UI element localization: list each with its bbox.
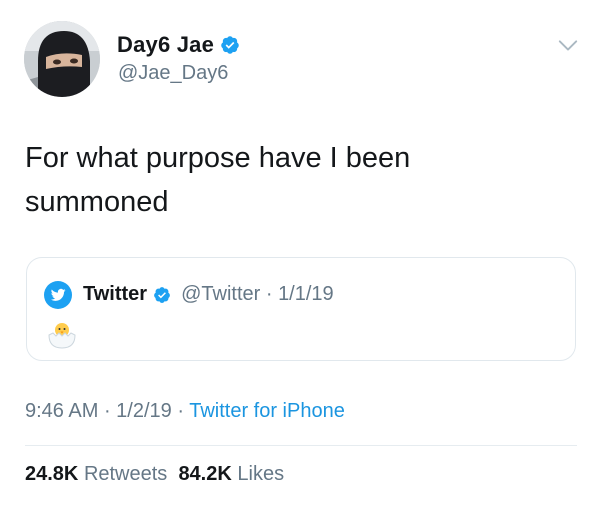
quoted-date[interactable]: 1/1/19 xyxy=(278,283,334,305)
quoted-meta: @Twitter · 1/1/19 xyxy=(181,283,334,306)
tweet-source-link[interactable]: Twitter for iPhone xyxy=(189,400,345,422)
tweet-date[interactable]: 1/2/19 xyxy=(116,400,172,422)
divider xyxy=(25,445,577,446)
likes-stat[interactable]: 84.2K Likes xyxy=(178,463,284,485)
masked-person-avatar-icon xyxy=(24,21,100,97)
separator: · xyxy=(260,283,279,305)
quoted-display-name[interactable]: Twitter xyxy=(83,283,147,306)
verified-badge-icon xyxy=(154,286,170,303)
tweet-text: For what purpose have I been summoned xyxy=(25,136,565,224)
quoted-handle: @Twitter xyxy=(181,283,261,305)
retweets-label: Retweets xyxy=(83,463,168,485)
retweets-count: 24.8K xyxy=(25,463,79,485)
tweet-time[interactable]: 9:46 AM xyxy=(25,400,98,422)
author-display-name[interactable]: Day6 Jae xyxy=(117,32,214,58)
hatching-chick-emoji-icon xyxy=(48,323,76,349)
tweet-meta: 9:46 AM · 1/2/19 · Twitter for iPhone xyxy=(25,400,345,423)
tweet-text-line: For what purpose have I been xyxy=(25,142,411,174)
twitter-bird-avatar-icon xyxy=(44,281,72,309)
quoted-tweet[interactable]: Twitter @Twitter · 1/1/19 xyxy=(26,257,576,361)
separator: · xyxy=(98,400,117,422)
likes-count: 84.2K xyxy=(178,463,232,485)
verified-badge-icon xyxy=(221,36,239,54)
author-avatar[interactable] xyxy=(24,21,100,97)
tweet-text-line: summoned xyxy=(25,186,169,218)
likes-label: Likes xyxy=(237,463,285,485)
quoted-name-row: Twitter @Twitter · 1/1/19 xyxy=(83,283,334,306)
tweet-stats: 24.8K Retweets 84.2K Likes xyxy=(25,463,284,486)
author-name-row[interactable]: Day6 Jae xyxy=(117,32,240,58)
separator: · xyxy=(171,400,190,422)
retweets-stat[interactable]: 24.8K Retweets xyxy=(25,463,167,485)
chevron-down-icon[interactable] xyxy=(557,34,579,56)
author-handle[interactable]: @Jae_Day6 xyxy=(118,62,228,85)
tweet-card: Day6 Jae @Jae_Day6 For what purpose have… xyxy=(0,0,602,507)
